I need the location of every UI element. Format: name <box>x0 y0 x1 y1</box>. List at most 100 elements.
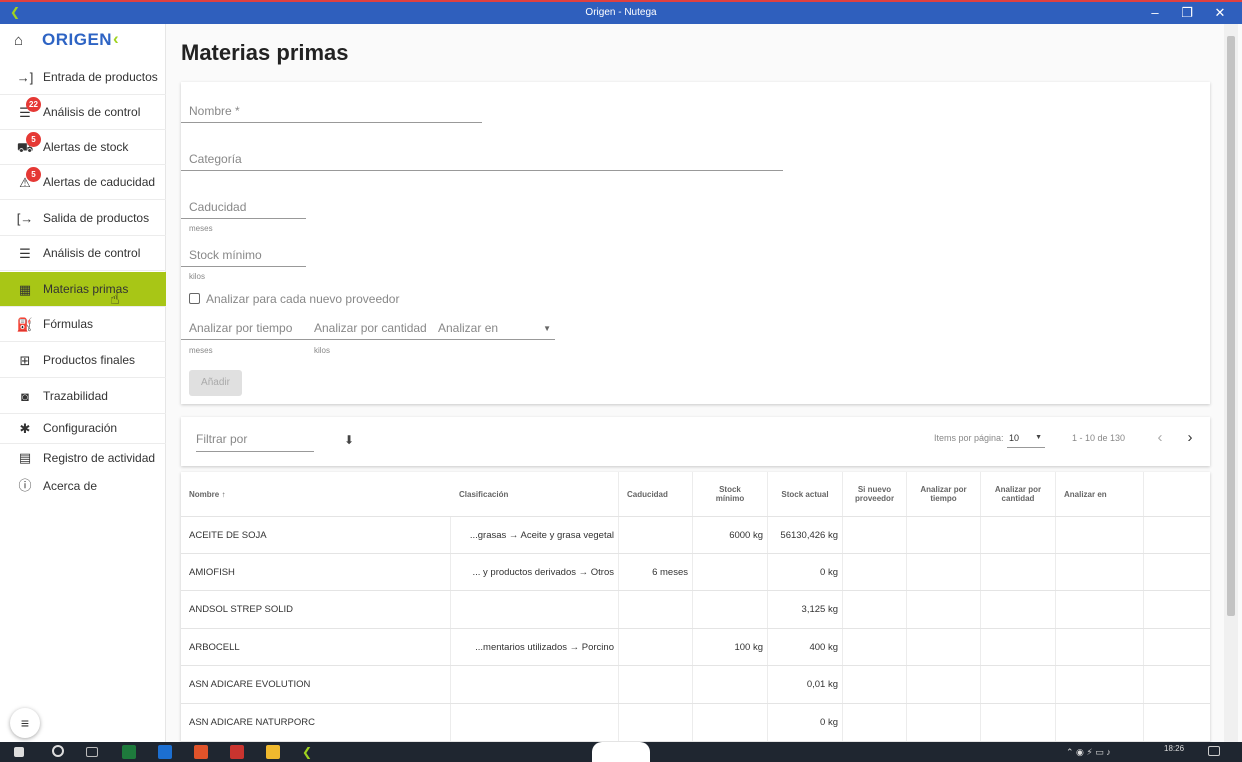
column-header-stock-actual[interactable]: Stock actual <box>768 472 843 516</box>
origen-app-icon[interactable]: ❮ <box>302 745 316 759</box>
table-row[interactable]: ACEITE DE SOJA ...grasas → Aceite y gras… <box>181 517 1210 554</box>
scrollbar-thumb[interactable] <box>1227 36 1235 616</box>
table-row[interactable]: ANDSOL STREP SOLID 3,125 kg <box>181 591 1210 629</box>
cell-si-nuevo-proveedor <box>843 629 907 665</box>
close-button[interactable]: ✕ <box>1205 4 1235 22</box>
sidebar-item-trazabilidad[interactable]: ◙ Trazabilidad <box>0 379 166 414</box>
analizar-en-select[interactable]: Analizar en ▼ <box>430 316 555 340</box>
file-explorer-icon[interactable] <box>266 745 280 759</box>
home-icon[interactable]: ⌂ <box>14 32 23 49</box>
brand-header[interactable]: ⌂ ORIGEN ‹ <box>0 24 165 60</box>
cell-stock-actual: 3,125 kg <box>768 591 843 628</box>
clock-time[interactable]: 18:26 <box>1164 744 1184 753</box>
cell-analizar-cantidad <box>981 704 1056 741</box>
window-title: Origen - Nutega <box>585 7 657 18</box>
items-per-page-select[interactable]: 10 ▼ <box>1007 430 1045 448</box>
cell-analizar-tiempo <box>907 554 981 590</box>
cell-stock-actual: 0 kg <box>768 554 843 590</box>
column-header-nombre[interactable]: Nombre ↑ <box>181 472 451 516</box>
os-taskbar: ❮ ⌃ ◉ ⚡ ▭ ♪ 18:26 <box>0 742 1242 762</box>
sidebar-item-acerca-de[interactable]: ⓘ Acerca de <box>0 472 166 502</box>
sidebar-item-configuracion[interactable]: ✱ Configuración <box>0 414 166 444</box>
sidebar-item-alertas-stock[interactable]: ⛟ 5 Alertas de stock <box>0 130 166 165</box>
cell-analizar-tiempo <box>907 629 981 665</box>
cell-si-nuevo-proveedor <box>843 704 907 741</box>
analizar-cantidad-field[interactable]: Analizar por cantidad <box>306 316 431 340</box>
column-header-analizar-tiempo[interactable]: Analizar por tiempo <box>907 472 981 516</box>
cell-stock-actual: 400 kg <box>768 629 843 665</box>
nuevo-proveedor-checkbox[interactable] <box>189 293 200 304</box>
brave-browser-icon[interactable] <box>194 745 208 759</box>
notifications-icon[interactable] <box>1208 746 1220 756</box>
categoria-field[interactable]: Categoría <box>181 147 783 171</box>
table-row[interactable]: AMIOFISH ... y productos derivados → Otr… <box>181 554 1210 591</box>
page-scrollbar[interactable] <box>1224 24 1238 742</box>
screen-share-bar[interactable] <box>592 742 650 762</box>
cell-clasificacion <box>451 591 619 628</box>
table-row[interactable]: ASN ADICARE EVOLUTION 0,01 kg <box>181 666 1210 704</box>
table-grid-icon: ⊞ <box>19 353 31 368</box>
table-row[interactable]: ASN ADICARE NATURPORC 0 kg <box>181 704 1210 742</box>
column-header-stock-minimo[interactable]: Stock mínimo <box>693 472 768 516</box>
search-icon[interactable] <box>52 745 64 757</box>
caducidad-field[interactable]: Caducidad <box>181 195 306 219</box>
sidebar-item-analisis-control-salida[interactable]: ☰ Análisis de control <box>0 236 166 271</box>
sidebar-item-registro-actividad[interactable]: ▤ Registro de actividad <box>0 444 166 474</box>
list-check-icon: ☰ <box>19 246 31 261</box>
cell-si-nuevo-proveedor <box>843 554 907 590</box>
notification-badge: 5 <box>26 132 41 147</box>
sidebar-item-salida-productos[interactable]: [→ Salida de productos <box>0 201 166 236</box>
table-row[interactable]: ARBOCELL ...mentarios utilizados → Porci… <box>181 629 1210 666</box>
caducidad-hint: meses <box>189 224 213 233</box>
sidebar-item-label: Registro de actividad <box>43 451 156 465</box>
column-header-analizar-en[interactable]: Analizar en <box>1056 472 1144 516</box>
activity-log-icon: ▤ <box>18 450 32 465</box>
sidebar-item-alertas-caducidad[interactable]: ⚠ 5 Alertas de caducidad <box>0 165 166 200</box>
cell-stock-minimo <box>693 554 768 590</box>
cell-si-nuevo-proveedor <box>843 591 907 628</box>
page-title: Materias primas <box>181 40 349 65</box>
brand-logo: ORIGEN <box>42 30 113 49</box>
sidebar-item-productos-finales[interactable]: ⊞ Productos finales <box>0 343 166 378</box>
sidebar-item-label: Salida de productos <box>43 211 150 225</box>
outlook-icon[interactable] <box>158 745 172 759</box>
cell-analizar-tiempo <box>907 704 981 741</box>
sidebar-item-materias-primas[interactable]: ▦ Materias primas <box>0 272 166 307</box>
sidebar-item-label: Análisis de control <box>43 246 141 260</box>
windows-start-icon[interactable] <box>14 747 24 757</box>
paint-bucket-icon: ⛽ <box>16 317 34 332</box>
sidebar-item-formulas[interactable]: ⛽ Fórmulas <box>0 307 166 342</box>
download-icon[interactable]: ⬇ <box>344 433 354 447</box>
menu-toggle-button[interactable]: ≡ <box>10 708 40 738</box>
maximize-button[interactable]: ❐ <box>1172 4 1202 22</box>
column-header-si-nuevo-proveedor[interactable]: Si nuevo proveedor <box>843 472 907 516</box>
sidebar-item-analisis-control-entrada[interactable]: ☰ 22 Análisis de control <box>0 95 166 130</box>
cell-nombre: ACEITE DE SOJA <box>181 517 451 553</box>
cell-analizar-tiempo <box>907 666 981 703</box>
materials-table: Nombre ↑ Clasificación Caducidad Stock m… <box>181 472 1210 742</box>
minimize-button[interactable]: – <box>1140 4 1170 22</box>
stock-minimo-field[interactable]: Stock mínimo <box>181 243 306 267</box>
filter-input[interactable]: Filtrar por <box>196 428 314 452</box>
previous-page-button[interactable]: ‹ <box>1150 428 1170 448</box>
column-header-caducidad[interactable]: Caducidad <box>619 472 693 516</box>
add-button[interactable]: Añadir <box>189 370 242 396</box>
analizar-tiempo-field[interactable]: Analizar por tiempo <box>181 316 306 340</box>
cell-analizar-tiempo <box>907 591 981 628</box>
analizar-tiempo-hint: meses <box>189 346 213 355</box>
system-tray-icons[interactable]: ⌃ ◉ ⚡ ▭ ♪ <box>1066 747 1111 758</box>
app-icon[interactable] <box>230 745 244 759</box>
cell-analizar-cantidad <box>981 554 1056 590</box>
cell-caducidad: 6 meses <box>619 554 693 590</box>
sidebar-item-entrada-productos[interactable]: →] Entrada de productos <box>0 60 166 95</box>
column-header-analizar-cantidad[interactable]: Analizar por cantidad <box>981 472 1056 516</box>
task-view-icon[interactable] <box>86 747 98 757</box>
sidebar: ⌂ ORIGEN ‹ →] Entrada de productos ☰ 22 … <box>0 24 166 742</box>
next-page-button[interactable]: › <box>1180 428 1200 448</box>
cell-stock-minimo: 6000 kg <box>693 517 768 553</box>
cell-caducidad <box>619 704 693 741</box>
cell-clasificacion: ...grasas → Aceite y grasa vegetal <box>451 517 619 553</box>
nombre-field[interactable]: Nombre * <box>181 99 482 123</box>
excel-icon[interactable] <box>122 745 136 759</box>
column-header-clasificacion[interactable]: Clasificación <box>451 472 619 516</box>
